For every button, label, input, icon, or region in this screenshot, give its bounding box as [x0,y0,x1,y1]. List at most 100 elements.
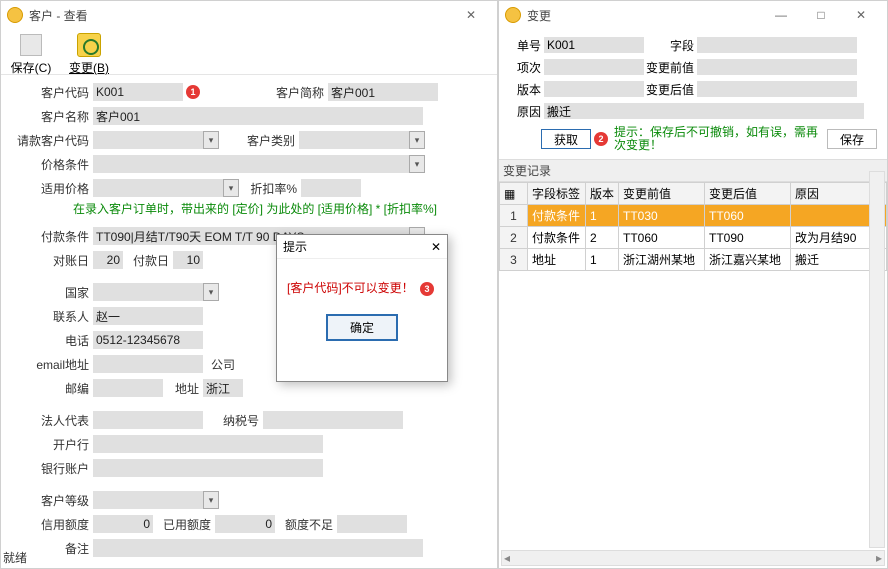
no-input[interactable] [544,37,644,53]
alert-dialog: 提示 ✕ [客户代码]不可以变更！ 3 确定 [276,234,448,382]
table-row[interactable]: 2付款条件2TT060TT090改为月结90 [500,227,887,249]
ver-input[interactable] [544,81,644,97]
save-button[interactable]: 保存(C) [9,31,53,76]
recday-input[interactable] [93,251,123,269]
label-paycond: 付款条件 [1,228,93,245]
chevron-down-icon: ▾ [409,155,425,173]
label-ver: 版本 [509,81,541,98]
badge-1: 1 [186,85,200,99]
used-input[interactable] [215,515,275,533]
status-bar: 就绪 [3,549,27,566]
bankacc-input[interactable] [93,459,323,477]
label-item: 项次 [509,59,541,76]
minimize-icon[interactable]: — [761,2,801,28]
change-form: 单号 字段 项次 变更前值 版本 变更后值 原因 获取 2 提示：保存后不可撤销… [499,29,887,159]
label-discount: 折扣率% [239,180,301,197]
col-before[interactable]: 变更前值 [619,183,705,205]
change-icon [77,33,101,57]
label-class: 客户类别 [219,132,299,149]
name-input[interactable] [93,107,423,125]
badge-3: 3 [420,282,434,296]
table-row[interactable]: 3地址1浙江湖州某地浙江嘉兴某地搬迁 [500,249,887,271]
vertical-scrollbar[interactable] [869,171,885,548]
shortage-input[interactable] [337,515,407,533]
level-combo[interactable]: ▾ [93,491,219,509]
payday-input[interactable] [173,251,203,269]
app-icon [7,7,23,23]
save-hint: 提示：保存后不可撤销，如有误，需再次变更！ [608,126,827,152]
col-selector[interactable]: ▦ [500,183,528,205]
get-button[interactable]: 获取 [541,129,591,149]
badge-2: 2 [594,132,608,146]
change-window: 变更 — □ ✕ 单号 字段 项次 变更前值 版本 变更后值 原因 [498,0,888,569]
table-row[interactable]: 1付款条件1TT030TT060 [500,205,887,227]
reqcode-combo[interactable]: ▾ [93,131,219,149]
label-phone: 电话 [1,332,93,349]
email-input[interactable] [93,355,203,373]
label-short2: 额度不足 [275,516,337,533]
pricecond-combo[interactable]: ▾ [93,155,425,173]
price-hint: 在录入客户订单时，带出来的 [定价] 为此处的 [适用价格] * [折扣率%] [1,201,481,217]
label-zip: 邮编 [1,380,93,397]
label-bank: 开户行 [1,436,93,453]
before-input[interactable] [697,59,857,75]
label-pricecond: 价格条件 [1,156,93,173]
item-input[interactable] [544,59,644,75]
horizontal-scrollbar[interactable]: ◂▸ [501,550,885,566]
applyprice-combo[interactable]: ▾ [93,179,239,197]
change-button[interactable]: 变更(B) [67,31,111,76]
credit-input[interactable] [93,515,153,533]
country-combo[interactable]: ▾ [93,283,219,301]
chevron-down-icon: ▾ [203,491,219,509]
label-code: 客户代码 [1,84,93,101]
reason-input[interactable] [544,103,864,119]
class-combo[interactable]: ▾ [299,131,425,149]
label-country: 国家 [1,284,93,301]
contact-input[interactable] [93,307,203,325]
discount-input[interactable] [301,179,361,197]
label-legal: 法人代表 [1,412,93,429]
dialog-message: [客户代码]不可以变更！ [287,281,414,295]
label-bankacc: 银行账户 [1,460,93,477]
app-icon [505,7,521,23]
table-header: ▦ 字段标签 版本 变更前值 变更后值 原因 [500,183,887,205]
after-input[interactable] [697,81,857,97]
short-input[interactable] [328,83,438,101]
save-change-button[interactable]: 保存 [827,129,877,149]
col-field[interactable]: 字段标签 [528,183,586,205]
chevron-down-icon: ▾ [203,283,219,301]
left-titlebar: 客户 - 查看 ✕ [1,1,497,29]
close-icon[interactable]: ✕ [841,2,881,28]
label-reqcode: 请款客户代码 [1,132,93,149]
label-taxno: 纳税号 [203,412,263,429]
ok-button[interactable]: 确定 [326,314,398,341]
zip-input[interactable] [93,379,163,397]
close-icon[interactable]: ✕ [431,240,441,254]
phone-input[interactable] [93,331,203,349]
label-reason: 原因 [509,103,541,120]
label-applyprice: 适用价格 [1,180,93,197]
close-icon[interactable]: ✕ [451,2,491,28]
change-table: ▦ 字段标签 版本 变更前值 变更后值 原因 1付款条件1TT030TT060 … [499,182,887,271]
label-company: 公司 [203,356,239,373]
taxno-input[interactable] [263,411,403,429]
save-icon [20,34,42,56]
label-level: 客户等级 [1,492,93,509]
chevron-down-icon: ▾ [409,131,425,149]
col-ver[interactable]: 版本 [586,183,619,205]
col-after[interactable]: 变更后值 [705,183,791,205]
addr-input[interactable] [203,379,243,397]
label-payday: 付款日 [123,252,173,269]
label-used: 已用额度 [153,516,215,533]
records-header: 变更记录 [499,159,887,182]
field-input[interactable] [697,37,857,53]
remark-input[interactable] [93,539,423,557]
legal-input[interactable] [93,411,203,429]
right-title: 变更 [527,7,761,24]
bank-input[interactable] [93,435,323,453]
chevron-down-icon: ▾ [223,179,239,197]
label-field: 字段 [644,37,694,54]
code-input[interactable] [93,83,183,101]
label-no: 单号 [509,37,541,54]
maximize-icon[interactable]: □ [801,2,841,28]
